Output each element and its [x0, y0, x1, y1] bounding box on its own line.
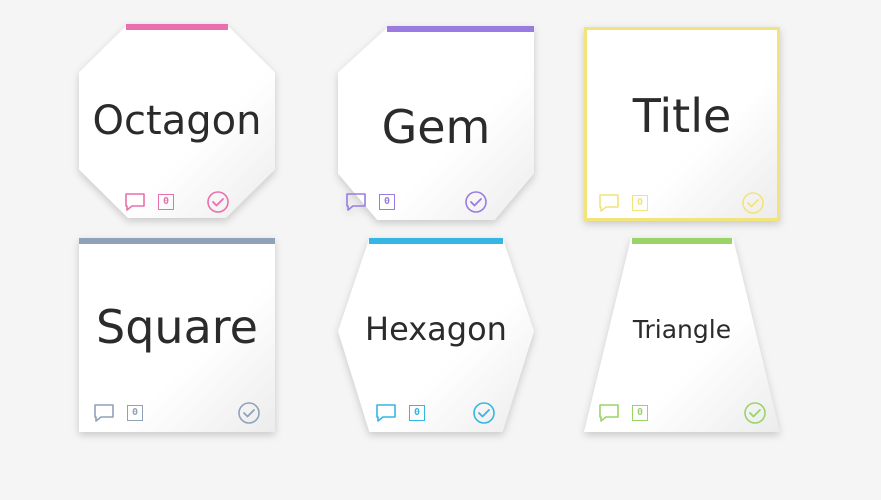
card-octagon[interactable]: Octagon 0: [79, 24, 275, 218]
card-title[interactable]: Gem: [338, 100, 534, 154]
check-circle-icon[interactable]: [743, 401, 767, 425]
comment-icon[interactable]: [597, 191, 621, 215]
card-title[interactable]: Square: [79, 300, 275, 354]
card-title[interactable]: Title: [584, 89, 780, 143]
comment-count-badge: 0: [158, 194, 174, 210]
card-title[interactable]: Triangle: [584, 315, 780, 344]
card-accent-bar: [126, 24, 228, 30]
card-accent-bar: [387, 26, 534, 32]
card-title[interactable]: Octagon: [79, 98, 275, 144]
card-accent-bar: [632, 238, 732, 244]
comment-count-badge: 0: [127, 405, 143, 421]
comment-count-badge: 0: [632, 405, 648, 421]
check-circle-icon[interactable]: [206, 190, 230, 214]
card-square[interactable]: Square 0: [79, 238, 275, 432]
card-title[interactable]: Hexagon: [338, 310, 534, 348]
check-circle-icon[interactable]: [464, 190, 488, 214]
comment-count-badge: 0: [409, 405, 425, 421]
card-accent-bar: [79, 238, 275, 244]
comment-icon[interactable]: [344, 190, 368, 214]
comment-icon[interactable]: [123, 190, 147, 214]
check-circle-icon[interactable]: [741, 191, 765, 215]
comment-icon[interactable]: [597, 401, 621, 425]
card-title-note[interactable]: Title 0: [584, 27, 780, 221]
check-circle-icon[interactable]: [237, 401, 261, 425]
card-accent-bar: [369, 238, 503, 244]
sticky-note-board: Octagon 0 Gem 0 Title 0 Square 0 Hexagon…: [0, 0, 881, 500]
check-circle-icon[interactable]: [472, 401, 496, 425]
comment-icon[interactable]: [374, 401, 398, 425]
comment-count-badge: 0: [379, 194, 395, 210]
card-gem[interactable]: Gem 0: [338, 26, 534, 220]
comment-icon[interactable]: [92, 401, 116, 425]
card-triangle[interactable]: Triangle 0: [584, 238, 780, 432]
comment-count-badge: 0: [632, 195, 648, 211]
card-hexagon[interactable]: Hexagon 0: [338, 238, 534, 432]
